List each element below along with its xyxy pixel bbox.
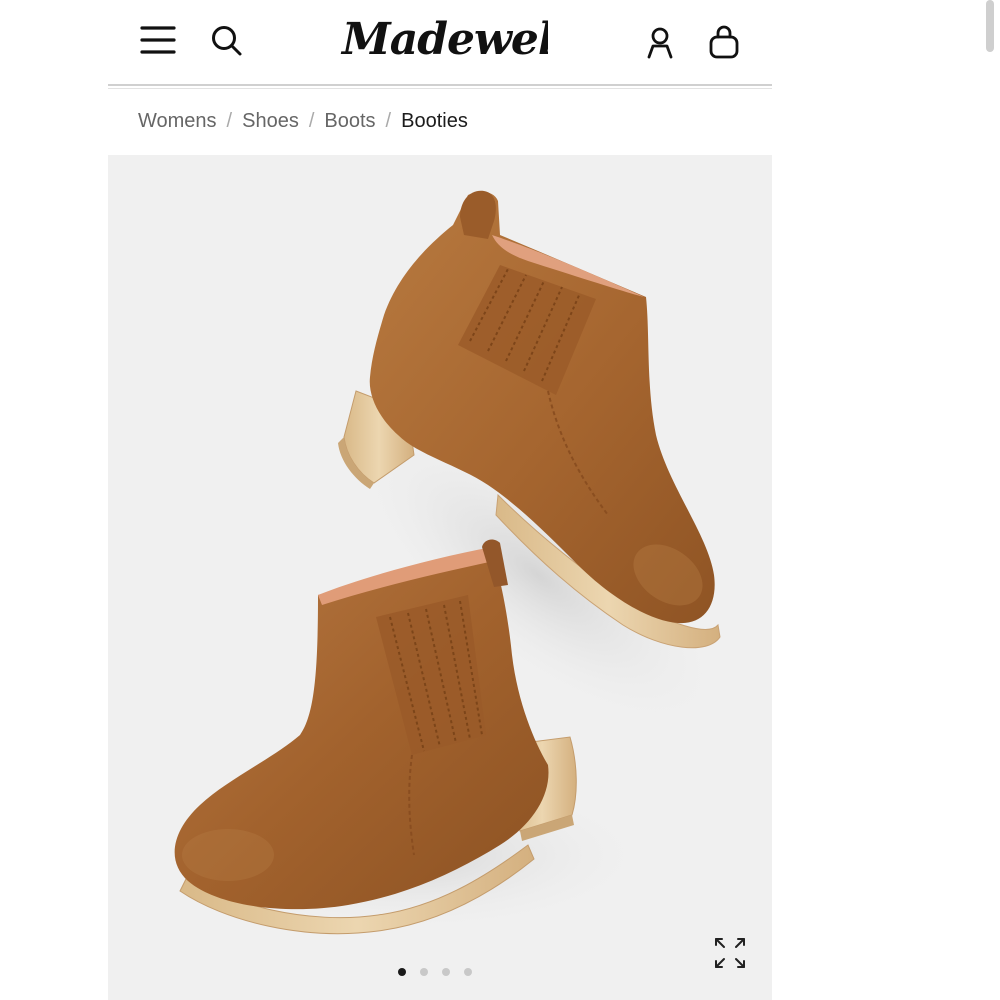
breadcrumb-link-shoes[interactable]: Shoes	[242, 110, 299, 133]
breadcrumb-link-boots[interactable]: Boots	[324, 110, 375, 133]
product-image	[158, 190, 728, 935]
expand-arrows-icon[interactable]	[712, 935, 748, 971]
header-divider-secondary	[108, 88, 772, 89]
breadcrumb-link-womens[interactable]: Womens	[138, 110, 217, 133]
user-account-icon[interactable]	[646, 27, 674, 59]
product-page: Madewell Womens / Shoes / Boots / Bootie…	[108, 0, 772, 1000]
search-icon[interactable]	[210, 24, 244, 58]
breadcrumb-separator: /	[308, 109, 315, 132]
brand-logo-text: Madewell	[340, 14, 548, 65]
carousel-dot-3[interactable]	[442, 968, 450, 976]
hamburger-menu-icon[interactable]	[140, 24, 176, 56]
header-divider	[108, 84, 772, 86]
carousel-dot-4[interactable]	[464, 968, 472, 976]
breadcrumb-current: Booties	[401, 109, 468, 132]
breadcrumb-separator: /	[226, 109, 233, 132]
breadcrumb: Womens / Shoes / Boots / Booties	[138, 106, 468, 136]
carousel-dot-2[interactable]	[420, 968, 428, 976]
product-image-gallery[interactable]	[108, 155, 772, 1000]
browser-viewport: Madewell Womens / Shoes / Boots / Bootie…	[0, 0, 1000, 1000]
carousel-pagination	[398, 967, 472, 977]
carousel-dot-1[interactable]	[398, 968, 406, 976]
shopping-bag-icon[interactable]	[708, 24, 740, 60]
scrollbar-thumb[interactable]	[986, 0, 994, 52]
breadcrumb-separator: /	[385, 109, 392, 132]
site-header: Madewell	[108, 0, 772, 89]
brand-logo[interactable]: Madewell	[338, 10, 548, 70]
